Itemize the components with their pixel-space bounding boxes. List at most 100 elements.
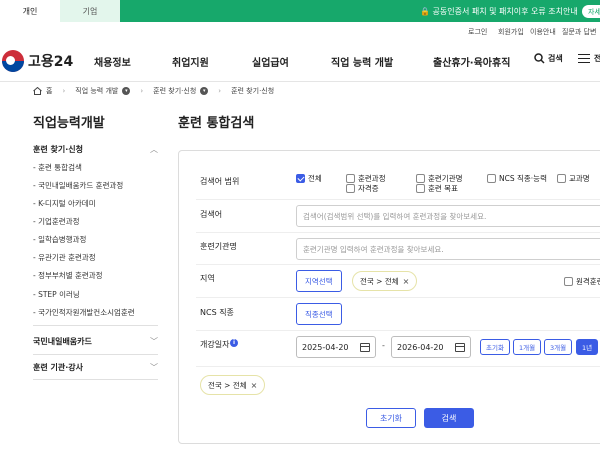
breadcrumb-home[interactable]: 홈 xyxy=(46,86,52,96)
notice-text[interactable]: 🔒 공동인증서 패치 및 패치이후 오류 조치안내 xyxy=(420,0,578,22)
header-menu-label: 전 xyxy=(594,54,600,63)
logo[interactable]: 고용24 xyxy=(2,50,73,72)
header-search[interactable]: 검색 xyxy=(534,53,563,64)
lnb-item-ministry-course[interactable]: - 정부부처별 훈련과정 xyxy=(33,270,103,281)
scope-ncs-checkbox[interactable]: NCS 직종·능력 xyxy=(487,173,547,184)
ncs-select-button[interactable]: 직종선택 xyxy=(296,303,342,325)
tab-company[interactable]: 기업 xyxy=(60,0,120,22)
region-label: 지역 xyxy=(200,274,215,283)
period-reset-button[interactable]: 초기화 xyxy=(480,339,510,355)
period-1month-button[interactable]: 1개월 xyxy=(513,339,542,355)
reset-button[interactable]: 초기화 xyxy=(366,408,416,428)
chevron-down-icon: ﹀ xyxy=(150,362,158,372)
remote-training-checkbox[interactable]: 원격훈련 xyxy=(564,276,600,287)
utility-links: 로그인 회원가입 이용안내 질문과 답변 xyxy=(0,27,600,39)
qna-link[interactable]: 질문과 답변 xyxy=(562,27,596,37)
search-icon xyxy=(534,53,545,64)
row-divider xyxy=(196,366,600,367)
lnb-divider xyxy=(33,354,158,355)
lnb-item-step-elearning[interactable]: - STEP 이러닝 xyxy=(33,289,80,300)
breadcrumb-current: 훈련 찾기·신청 xyxy=(231,87,275,95)
page-title: 훈련 통합검색 xyxy=(178,116,255,131)
checkbox-label: 원격훈련 xyxy=(576,277,600,286)
lnb-item-integrated-search[interactable]: - 훈련 통합검색 xyxy=(33,162,82,173)
chevron-right-icon: › xyxy=(62,87,66,95)
lnb-group-learning-card[interactable]: 국민내일배움카드 ﹀ xyxy=(33,334,158,348)
period-1year-button[interactable]: 1년 xyxy=(576,339,599,355)
lnb-group-label: 훈련 찾기·신청 xyxy=(33,144,83,154)
scope-all-checkbox[interactable]: 전체 xyxy=(296,173,322,184)
chevron-down-icon[interactable]: ▾ xyxy=(122,87,131,95)
lnb-item-k-digital[interactable]: - K-디지털 아카데미 xyxy=(33,198,96,209)
breadcrumb-level2[interactable]: 훈련 찾기·신청 xyxy=(153,86,196,96)
header-search-label: 검색 xyxy=(548,54,563,63)
checkbox-label: 교과명 xyxy=(569,174,590,183)
checkbox-icon xyxy=(416,184,425,193)
header-menu[interactable]: 전 xyxy=(578,53,600,64)
scope-license-checkbox[interactable]: 자격증 xyxy=(346,183,379,194)
date-separator: - xyxy=(382,341,385,350)
row-divider xyxy=(196,264,600,265)
search-button[interactable]: 검색 xyxy=(424,408,474,428)
date-to-value: 2026-04-20 xyxy=(397,342,444,352)
lnb-group-institution-instructor[interactable]: 훈련 기관·강사 ﹀ xyxy=(33,360,158,374)
info-icon[interactable]: i xyxy=(230,339,238,347)
chevron-down-icon: ﹀ xyxy=(150,336,158,346)
calendar-icon[interactable] xyxy=(360,342,370,352)
lnb-item-work-learning[interactable]: - 일학습병행과정 xyxy=(33,234,86,245)
row-divider xyxy=(196,199,600,200)
scope-label: 검색어 범위 xyxy=(200,177,240,186)
nav-employment-support[interactable]: 취업지원 xyxy=(172,54,209,69)
chevron-right-icon: › xyxy=(140,87,144,95)
login-link[interactable]: 로그인 xyxy=(468,27,487,37)
nav-skill-development[interactable]: 직업 능력 개발 xyxy=(331,54,393,69)
chevron-right-icon: › xyxy=(218,87,222,95)
home-icon xyxy=(33,87,42,95)
date-to-field[interactable]: 2026-04-20 xyxy=(391,336,471,358)
lnb-item-company-course[interactable]: - 기업훈련과정 xyxy=(33,216,80,227)
period-3month-button[interactable]: 3개월 xyxy=(544,339,573,355)
checkbox-icon xyxy=(346,174,355,183)
chevron-up-icon: ︿ xyxy=(150,144,158,154)
date-from-value: 2025-04-20 xyxy=(302,342,349,352)
chevron-down-icon[interactable]: ▾ xyxy=(200,87,209,95)
breadcrumb-level1[interactable]: 직업 능력 개발 xyxy=(75,86,118,96)
checkbox-icon xyxy=(346,184,355,193)
chip-label: 전국 > 전체 xyxy=(208,380,247,390)
close-icon[interactable]: × xyxy=(403,277,410,286)
region-chip[interactable]: 전국 > 전체 × xyxy=(352,271,418,291)
lnb-item-consortium[interactable]: - 국가인적자원개발컨소시엄훈련 xyxy=(33,307,135,318)
signup-link[interactable]: 회원가입 xyxy=(498,27,524,37)
calendar-icon[interactable] xyxy=(455,342,465,352)
keyword-label: 검색어 xyxy=(200,210,223,219)
institution-label: 훈련기관명 xyxy=(200,242,237,251)
notice-more-button[interactable]: 자세 xyxy=(582,5,600,18)
lnb-group-training-search[interactable]: 훈련 찾기·신청 ︿ xyxy=(33,142,158,156)
region-select-button[interactable]: 지역선택 xyxy=(296,270,342,292)
scope-goal-checkbox[interactable]: 훈련 목표 xyxy=(416,183,458,194)
header: 고용24 채용정보 취업지원 실업급여 직업 능력 개발 출산휴가·육아휴직 검… xyxy=(0,40,600,82)
date-from-field[interactable]: 2025-04-20 xyxy=(296,336,376,358)
nav-parental-leave[interactable]: 출산휴가·육아휴직 xyxy=(433,54,510,69)
checkbox-icon xyxy=(564,277,573,286)
ncs-label: NCS 직종 xyxy=(200,308,234,317)
institution-input[interactable]: 훈련기관명 입력하여 훈련과정을 찾아보세요. xyxy=(296,238,600,260)
checkbox-icon xyxy=(416,174,425,183)
row-divider xyxy=(196,297,600,298)
tab-personal[interactable]: 개인 xyxy=(0,0,60,22)
chip-label: 전국 > 전체 xyxy=(360,276,399,286)
guide-link[interactable]: 이용안내 xyxy=(530,27,556,37)
row-divider xyxy=(196,232,600,233)
checkbox-label: 자격증 xyxy=(358,184,379,193)
close-icon[interactable]: × xyxy=(251,381,258,390)
lnb-item-card-course[interactable]: - 국민내일배움카드 훈련과정 xyxy=(33,180,123,191)
nav-unemployment-benefit[interactable]: 실업급여 xyxy=(252,54,289,69)
breadcrumb: 홈 › 직업 능력 개발 ▾ › 훈련 찾기·신청 ▾ › 훈련 찾기·신청 xyxy=(33,86,274,96)
selected-filter-chip[interactable]: 전국 > 전체 × xyxy=(200,375,266,395)
nav-jobs[interactable]: 채용정보 xyxy=(94,54,131,69)
lnb-divider xyxy=(33,379,158,380)
keyword-input[interactable]: 검색어(검색범위 선택)를 입력하여 훈련과정을 찾아보세요. xyxy=(296,205,600,227)
scope-subject-checkbox[interactable]: 교과명 xyxy=(557,173,590,184)
lnb-title: 직업능력개발 xyxy=(33,116,105,131)
lnb-item-related-agency[interactable]: - 유관기관 훈련과정 xyxy=(33,252,96,263)
